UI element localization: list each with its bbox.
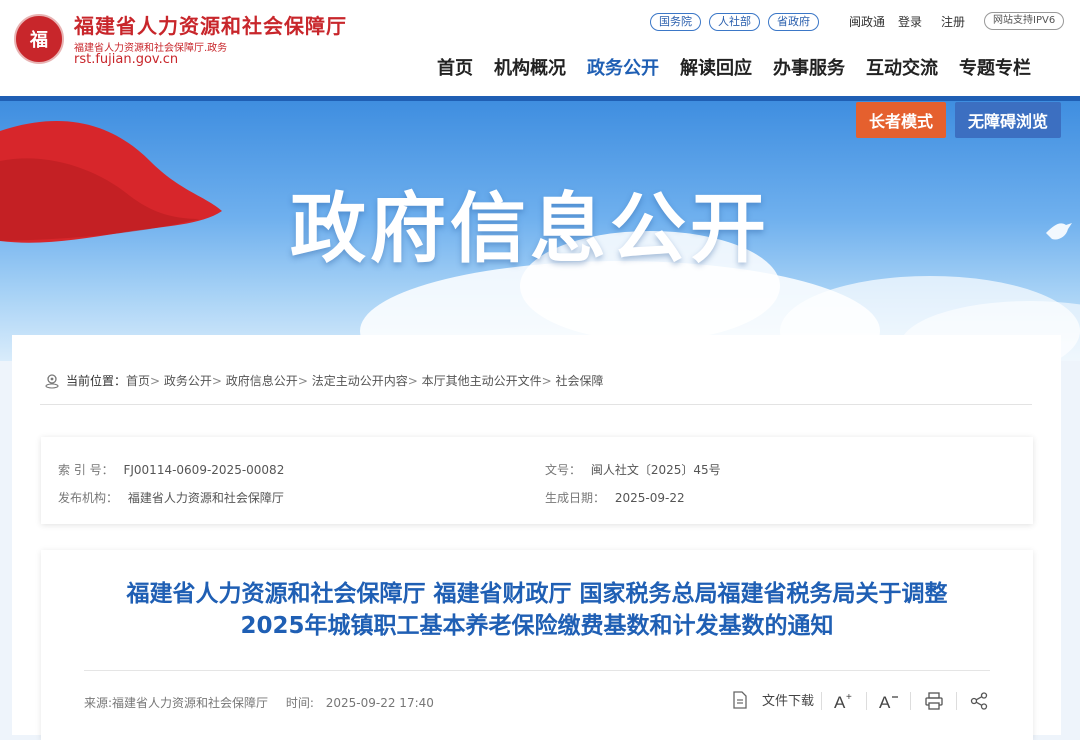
red-flag-icon <box>0 121 222 243</box>
doc-label: 文号： <box>545 463 582 477</box>
banner: 政府信息公开 <box>0 101 1080 361</box>
nav-topics[interactable]: 专题专栏 <box>959 54 1031 80</box>
article-time: 2025-09-22 17:40 <box>325 696 434 710</box>
site-header: 福 福建省人力资源和社会保障厅 福建省人力资源和社会保障厅.政务 rst.fuj… <box>0 0 1080 96</box>
publisher-label: 发布机构： <box>58 491 119 505</box>
nav-home[interactable]: 首页 <box>437 54 473 80</box>
toolbar-divider <box>866 692 867 710</box>
generated-date: 生成日期： 2025-09-22 <box>545 489 685 506</box>
publisher-value: 福建省人力资源和社会保障厅 <box>127 491 284 505</box>
article-divider <box>84 670 990 671</box>
nav-services[interactable]: 办事服务 <box>773 54 845 80</box>
nav-interaction[interactable]: 互动交流 <box>866 54 938 80</box>
breadcrumb-home[interactable]: 首页 <box>126 372 150 389</box>
breadcrumb-label: 当前位置： <box>66 374 127 388</box>
nav-interpretation[interactable]: 解读回应 <box>680 54 752 80</box>
index-value: FJ00114-0609-2025-00082 <box>123 463 285 477</box>
site-emblem-icon[interactable]: 福 <box>14 14 64 64</box>
toolbar-divider <box>956 692 957 710</box>
font-decrease-icon[interactable]: A <box>879 692 899 710</box>
login-link[interactable]: 登录 <box>898 13 922 30</box>
document-icon <box>733 690 747 709</box>
emblem-glyph: 福 <box>30 30 48 51</box>
link-mohrss[interactable]: 人社部 <box>709 13 760 31</box>
breadcrumb-statutory[interactable]: 法定主动公开内容 <box>312 372 408 389</box>
file-download-label: 文件下载 <box>762 694 815 709</box>
main-nav: 首页 机构概况 政务公开 解读回应 办事服务 互动交流 专题专栏 <box>437 54 1031 80</box>
register-link[interactable]: 注册 <box>941 13 965 30</box>
print-icon[interactable] <box>925 692 943 710</box>
nav-about[interactable]: 机构概况 <box>494 54 566 80</box>
share-icon[interactable] <box>970 692 988 710</box>
dove-icon <box>1046 223 1072 240</box>
doc-number: 文号： 闽人社文〔2025〕45号 <box>545 461 721 478</box>
doc-value: 闽人社文〔2025〕45号 <box>590 463 721 477</box>
breadcrumb: 当前位置： 首页 > 政务公开 > 政府信息公开 > 法定主动公开内容 > 本厅其他主动… <box>44 372 603 389</box>
article-title-line-1: 福建省人力资源和社会保障厅 福建省财政厅 国家税务总局福建省税务局关于调整 <box>126 581 948 607</box>
breadcrumb-other-files[interactable]: 本厅其他主动公开文件 <box>422 372 542 389</box>
svg-text:+: + <box>846 692 852 703</box>
toolbar-divider <box>821 692 822 710</box>
top-links: 国务院 人社部 省政府 <box>650 13 819 31</box>
site-title[interactable]: 福建省人力资源和社会保障厅 <box>74 10 347 39</box>
nav-gov-affairs[interactable]: 政务公开 <box>587 54 659 80</box>
link-state-council[interactable]: 国务院 <box>650 13 701 31</box>
site-domain: rst.fujian.gov.cn <box>74 52 179 67</box>
article-source-line: 来源:福建省人力资源和社会保障厅 时间: 2025-09-22 17:40 <box>84 694 434 711</box>
article-title: 福建省人力资源和社会保障厅 福建省财政厅 国家税务总局福建省税务局关于调整 20… <box>41 578 1033 642</box>
index-number: 索 引 号： FJ00114-0609-2025-00082 <box>58 461 284 478</box>
svg-text:A: A <box>879 693 891 710</box>
breadcrumb-gov-info[interactable]: 政府信息公开 <box>226 372 298 389</box>
accessible-browse-button[interactable]: 无障碍浏览 <box>955 102 1061 138</box>
index-label: 索 引 号： <box>58 463 114 477</box>
date-value: 2025-09-22 <box>614 491 685 505</box>
document-meta-box <box>41 437 1033 524</box>
elder-mode-button[interactable]: 长者模式 <box>856 102 946 138</box>
article-source: 来源:福建省人力资源和社会保障厅 <box>84 696 269 710</box>
article-title-line-2: 2025年城镇职工基本养老保险缴费基数和计发基数的通知 <box>240 613 834 639</box>
location-pin-icon <box>45 373 59 389</box>
banner-title: 政府信息公开 <box>290 184 770 273</box>
article-time-label: 时间: <box>285 696 314 710</box>
link-minzhengtong[interactable]: 闽政通 <box>849 13 885 30</box>
font-increase-icon[interactable]: A + <box>834 692 854 710</box>
breadcrumb-gov-affairs[interactable]: 政务公开 <box>164 372 212 389</box>
ipv6-badge: 网站支持IPV6 <box>984 12 1065 30</box>
link-province-gov[interactable]: 省政府 <box>768 13 819 31</box>
breadcrumb-social-security[interactable]: 社会保障 <box>555 372 603 389</box>
file-download-button[interactable]: 文件下载 <box>732 690 814 709</box>
svg-text:A: A <box>834 693 846 710</box>
breadcrumb-divider <box>40 404 1032 405</box>
publisher: 发布机构： 福建省人力资源和社会保障厅 <box>58 489 284 506</box>
toolbar-divider <box>910 692 911 710</box>
date-label: 生成日期： <box>545 491 606 505</box>
